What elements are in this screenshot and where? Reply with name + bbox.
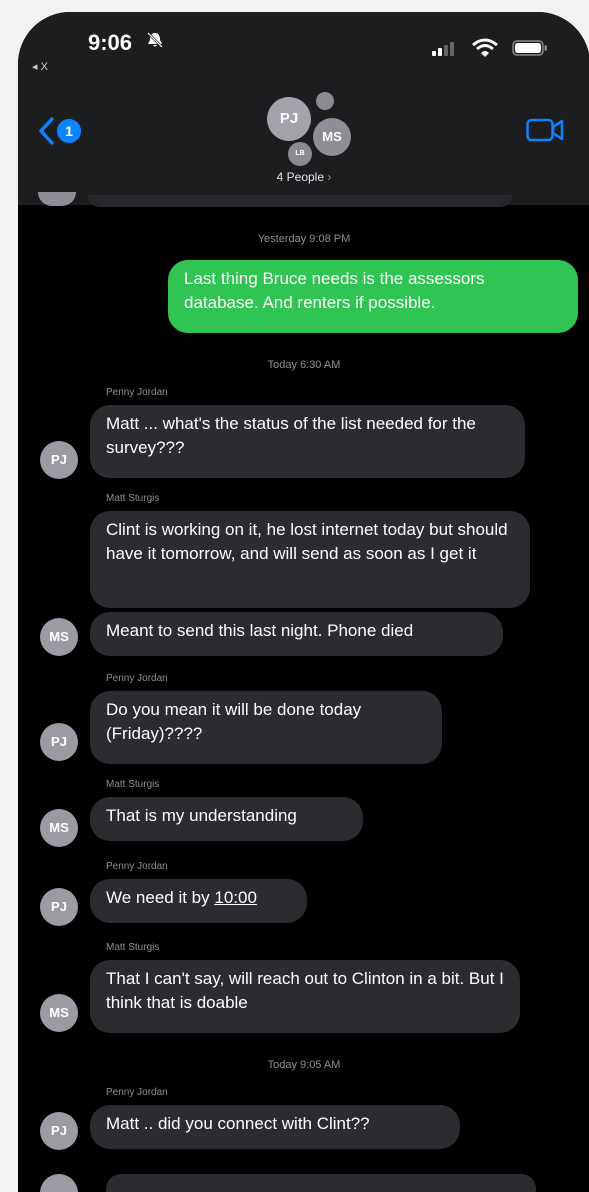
next-message-bubble [106,1174,536,1192]
status-time: 9:06 [88,30,133,55]
group-avatar-lb[interactable]: LB [288,142,312,166]
time-link[interactable]: 10:00 [214,888,257,907]
group-avatar-ms[interactable]: MS [313,118,351,156]
sender-name: Penny Jordan [106,387,168,398]
battery-icon [512,40,548,61]
video-camera-icon [526,118,564,142]
next-message-avatar [40,1174,78,1192]
avatar[interactable]: MS [40,809,78,847]
sender-name: Matt Sturgis [106,942,160,953]
back-to-app-link[interactable]: ◂ X [32,60,48,73]
outgoing-message[interactable]: Last thing Bruce needs is the assessors … [168,260,578,333]
incoming-message[interactable]: Clint is working on it, he lost internet… [90,511,530,608]
incoming-message[interactable]: We need it by 10:00 [90,879,307,923]
video-call-button[interactable] [526,118,564,147]
avatar[interactable]: PJ [40,441,78,479]
avatar[interactable]: MS [40,618,78,656]
incoming-message[interactable]: Do you mean it will be done today (Frida… [90,691,442,764]
sender-name: Penny Jordan [106,861,168,872]
incoming-message[interactable]: That I can't say, will reach out to Clin… [90,960,520,1033]
timestamp: Yesterday 9:08 PM [257,233,351,245]
incoming-message[interactable]: That is my understanding [90,797,363,841]
back-chevron-icon [39,117,54,145]
group-avatar-extra [316,92,334,110]
timestamp: Today 9:05 AM [267,1059,341,1071]
sender-name: Matt Sturgis [106,779,160,790]
incoming-message[interactable]: Matt ... what's the status of the list n… [90,405,525,478]
message-text: We need it by [106,888,215,907]
sender-name: Matt Sturgis [106,493,160,504]
sender-name: Penny Jordan [106,1087,168,1098]
avatar[interactable]: PJ [40,1112,78,1150]
sender-name: Penny Jordan [106,673,168,684]
incoming-message[interactable]: Meant to send this last night. Phone die… [90,612,503,656]
avatar[interactable]: PJ [40,723,78,761]
group-people-button[interactable]: 4 People › [18,170,589,184]
incoming-message[interactable]: Matt .. did you connect with Clint?? [90,1105,460,1149]
conversation-header: 9:06 ◂ X 1 PJ MS LB 4 People › [18,12,589,205]
avatar[interactable]: PJ [40,888,78,926]
chevron-right-icon: › [327,170,332,184]
wifi-icon [472,38,498,63]
timestamp: Today 6:30 AM [267,359,341,371]
group-avatar-pj[interactable]: PJ [267,97,311,141]
phone-screen: 9:06 ◂ X 1 PJ MS LB 4 People › Yesterday… [18,12,589,1192]
bell-muted-icon [146,32,164,53]
avatar[interactable]: MS [40,994,78,1032]
signal-icon [432,42,458,61]
previous-message-bubble [88,195,512,207]
people-count-label: 4 People [276,170,325,184]
back-button[interactable]: 1 [38,116,88,150]
unread-badge: 1 [57,119,81,143]
